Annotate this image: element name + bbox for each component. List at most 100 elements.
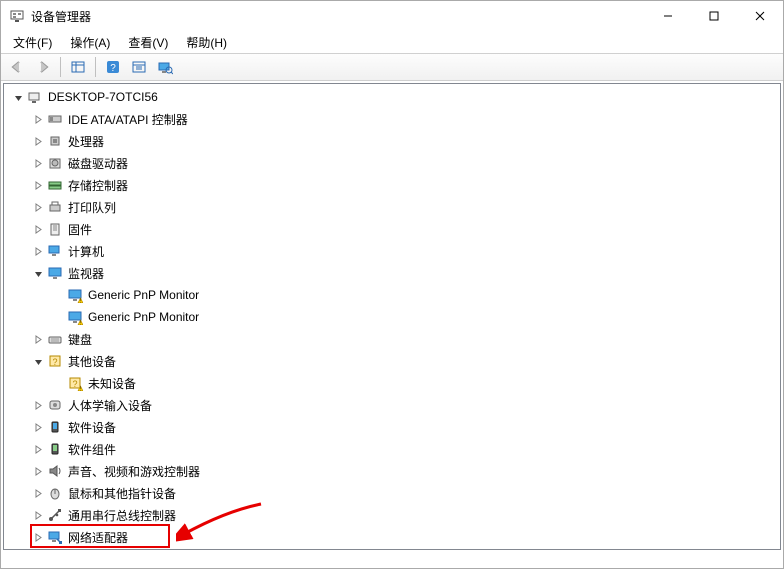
help-button[interactable]: ?: [101, 56, 125, 78]
expander-collapsed-icon[interactable]: [30, 419, 46, 435]
tree-node-label: 其他设备: [68, 353, 116, 370]
tree-node-label: 处理器: [68, 133, 104, 150]
scan-hardware-button[interactable]: [153, 56, 177, 78]
tree-node-label: Generic PnP Monitor: [88, 310, 199, 324]
tree-node-storage[interactable]: 存储控制器: [6, 174, 780, 196]
expander-collapsed-icon[interactable]: [30, 507, 46, 523]
back-button[interactable]: [5, 56, 29, 78]
tree-node-swcomp[interactable]: 软件组件: [6, 438, 780, 460]
tree-node-label: 网络适配器: [68, 529, 128, 546]
storage-icon: [46, 177, 64, 193]
expander-collapsed-icon[interactable]: [30, 199, 46, 215]
tree-node-label: 鼠标和其他指针设备: [68, 485, 176, 502]
tree-node-mon2[interactable]: ! Generic PnP Monitor: [6, 306, 780, 328]
tree-node-ide[interactable]: IDE ATA/ATAPI 控制器: [6, 108, 780, 130]
tree-node-label: Generic PnP Monitor: [88, 288, 199, 302]
minimize-button[interactable]: [645, 1, 691, 31]
tree-root[interactable]: DESKTOP-7OTCI56: [6, 86, 780, 108]
menu-help[interactable]: 帮助(H): [178, 32, 235, 53]
tree-node-label: 通用串行总线控制器: [68, 507, 176, 524]
tree-node-keyboard[interactable]: 键盘: [6, 328, 780, 350]
expander-expanded-icon[interactable]: [10, 89, 26, 105]
tree-node-label: 软件设备: [68, 419, 116, 436]
tree-node-hid[interactable]: 人体学输入设备: [6, 394, 780, 416]
tree-node-swdev[interactable]: 软件设备: [6, 416, 780, 438]
expander-collapsed-icon[interactable]: [30, 463, 46, 479]
tree-node-label: 软件组件: [68, 441, 116, 458]
expander-collapsed-icon[interactable]: [30, 331, 46, 347]
tree-node-mon1[interactable]: ! Generic PnP Monitor: [6, 284, 780, 306]
tree-node-computer[interactable]: 计算机: [6, 240, 780, 262]
keyboard-icon: [46, 331, 64, 347]
hid-icon: [46, 397, 64, 413]
tree-node-label: 存储控制器: [68, 177, 128, 194]
tree-node-unknown[interactable]: ?!未知设备: [6, 372, 780, 394]
tree-node-label: 声音、视频和游戏控制器: [68, 463, 200, 480]
close-button[interactable]: [737, 1, 783, 31]
tree-node-other[interactable]: ?其他设备: [6, 350, 780, 372]
tree-node-label: 未知设备: [88, 375, 136, 392]
expander-collapsed-icon[interactable]: [30, 529, 46, 545]
toolbar-separator: [95, 57, 96, 77]
tree-node-monitor[interactable]: 监视器: [6, 262, 780, 284]
tree-node-sysdev[interactable]: 系统设备: [6, 548, 780, 550]
titlebar: 设备管理器: [1, 1, 783, 31]
monitor-warn-icon: !: [66, 309, 84, 325]
expander-collapsed-icon[interactable]: [30, 221, 46, 237]
expander-collapsed-icon[interactable]: [30, 177, 46, 193]
expander-collapsed-icon[interactable]: [30, 441, 46, 457]
expander-collapsed-icon[interactable]: [30, 111, 46, 127]
tree-node-label: 键盘: [68, 331, 92, 348]
audio-icon: [46, 463, 64, 479]
device-manager-window: 设备管理器 文件(F) 操作(A) 查看(V) 帮助(H): [0, 0, 784, 569]
tree-node-label: IDE ATA/ATAPI 控制器: [68, 111, 188, 128]
maximize-button[interactable]: [691, 1, 737, 31]
tree-node-label: 固件: [68, 221, 92, 238]
disk-icon: [46, 155, 64, 171]
forward-button[interactable]: [31, 56, 55, 78]
expander-none: [50, 287, 66, 303]
expander-collapsed-icon[interactable]: [30, 485, 46, 501]
expander-collapsed-icon[interactable]: [30, 397, 46, 413]
window-title: 设备管理器: [31, 8, 91, 25]
monitor-warn-icon: !: [66, 287, 84, 303]
menubar: 文件(F) 操作(A) 查看(V) 帮助(H): [1, 31, 783, 53]
show-hide-tree-button[interactable]: [66, 56, 90, 78]
expander-collapsed-icon[interactable]: [30, 155, 46, 171]
expander-collapsed-icon[interactable]: [30, 243, 46, 259]
controller-icon: [46, 111, 64, 127]
tree-node-usb[interactable]: 通用串行总线控制器: [6, 504, 780, 526]
tree-node-label: 计算机: [68, 243, 104, 260]
tree-node-mouse[interactable]: 鼠标和其他指针设备: [6, 482, 780, 504]
tree-node-cpu[interactable]: 处理器: [6, 130, 780, 152]
menu-action[interactable]: 操作(A): [62, 32, 118, 53]
tree-node-label: 磁盘驱动器: [68, 155, 128, 172]
tree-node-label: 监视器: [68, 265, 104, 282]
tree-node-label: 打印队列: [68, 199, 116, 216]
toolbar: ?: [1, 53, 783, 81]
swdev-icon: [46, 419, 64, 435]
expander-expanded-icon[interactable]: [30, 353, 46, 369]
tree-node-printq[interactable]: 打印队列: [6, 196, 780, 218]
svg-text:?: ?: [72, 379, 77, 389]
menu-view[interactable]: 查看(V): [120, 32, 176, 53]
svg-text:!: !: [80, 321, 81, 325]
computer-icon: [46, 243, 64, 259]
device-tree-area[interactable]: DESKTOP-7OTCI56 IDE ATA/ATAPI 控制器处理器磁盘驱动器…: [3, 83, 781, 550]
svg-text:!: !: [80, 299, 81, 303]
tree-node-firmware[interactable]: 固件: [6, 218, 780, 240]
mouse-icon: [46, 485, 64, 501]
properties-button[interactable]: [127, 56, 151, 78]
cpu-icon: [46, 133, 64, 149]
toolbar-separator: [60, 57, 61, 77]
tree-node-audio[interactable]: 声音、视频和游戏控制器: [6, 460, 780, 482]
svg-text:?: ?: [110, 63, 116, 74]
printq-icon: [46, 199, 64, 215]
expander-collapsed-icon[interactable]: [30, 133, 46, 149]
tree-node-network[interactable]: 网络适配器: [6, 526, 780, 548]
swcomp-icon: [46, 441, 64, 457]
menu-file[interactable]: 文件(F): [5, 32, 60, 53]
expander-expanded-icon[interactable]: [30, 265, 46, 281]
tree-node-disk[interactable]: 磁盘驱动器: [6, 152, 780, 174]
network-icon: [46, 529, 64, 545]
